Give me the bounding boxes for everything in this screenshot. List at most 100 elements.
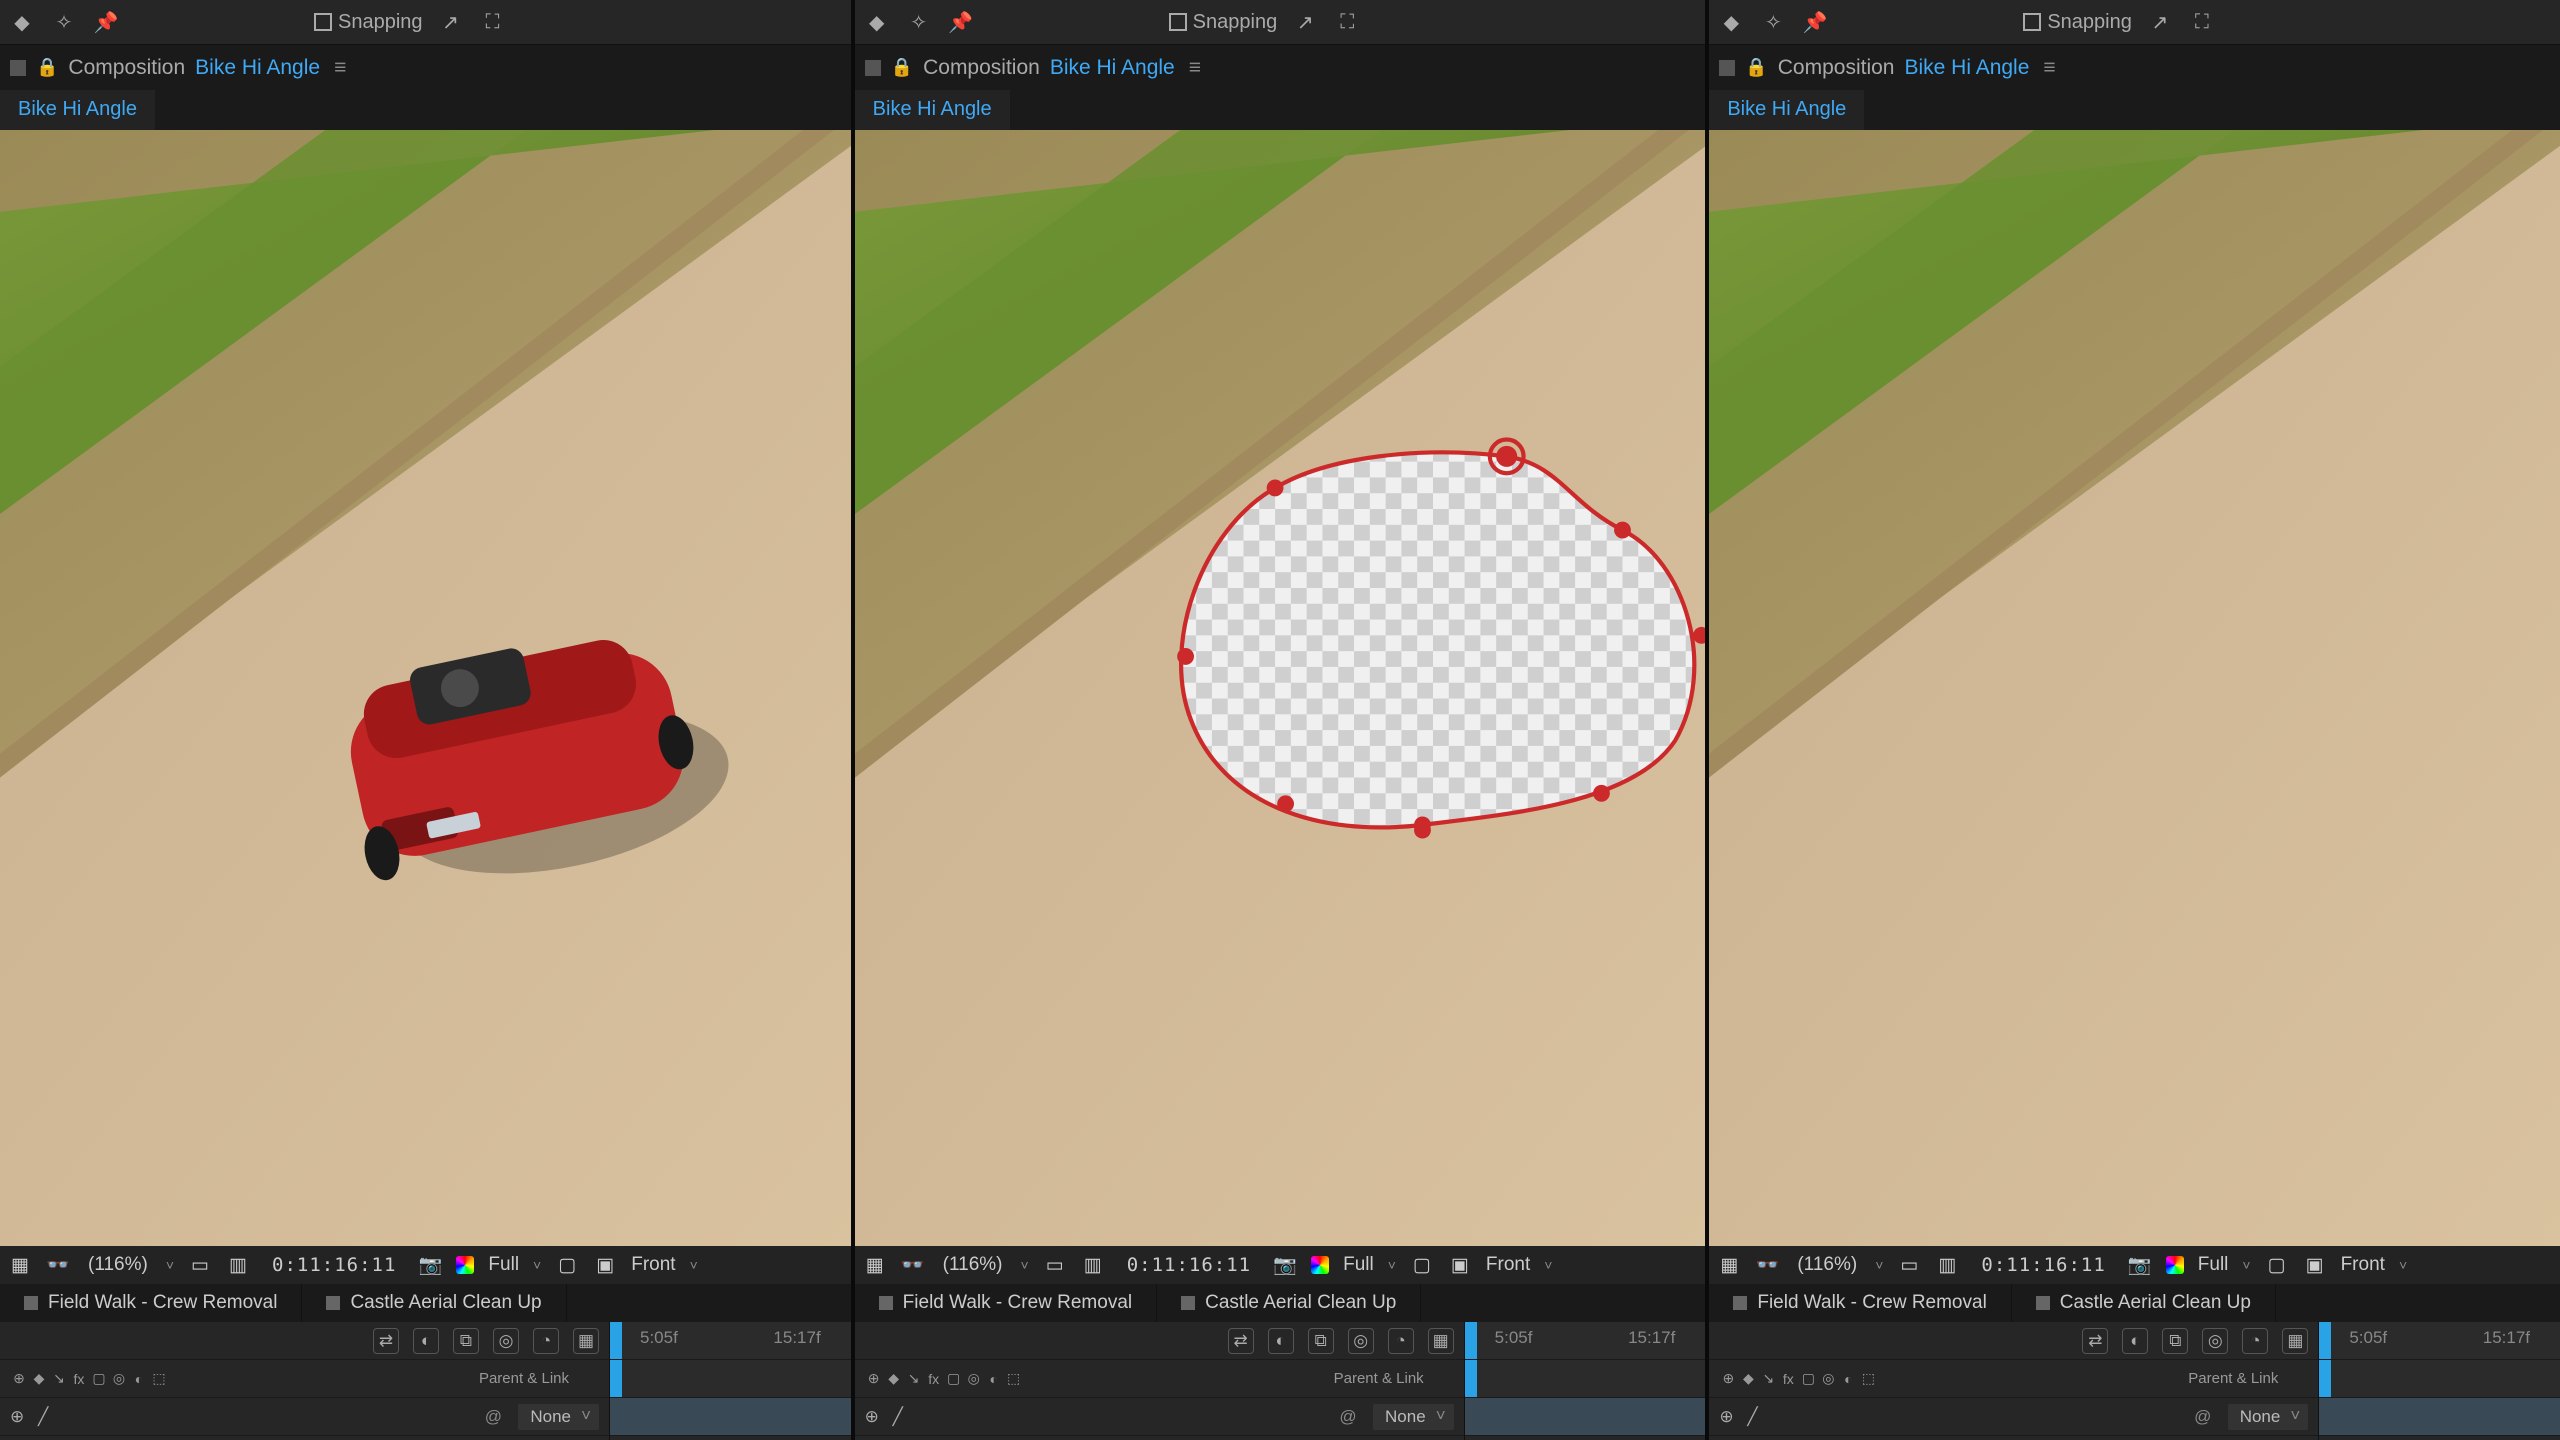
layer-av-icon[interactable]: ⊕ xyxy=(10,1407,30,1427)
timeline-layer-bar[interactable] xyxy=(2319,1398,2560,1436)
region-icon[interactable]: ▢ xyxy=(2265,1253,2289,1277)
panel-menu-icon[interactable]: ≡ xyxy=(1189,56,1201,80)
timeline-layer-row[interactable]: ⊕ ╱ @ None xyxy=(0,1398,609,1436)
snapshot-icon[interactable]: 📷 xyxy=(2128,1253,2152,1277)
render-icon[interactable]: ▦ xyxy=(573,1328,599,1354)
parent-dropdown[interactable]: None xyxy=(1373,1404,1454,1430)
frame-blend-icon[interactable]: ⧉ xyxy=(2162,1328,2188,1354)
zoom-dropdown-icon[interactable]: ˅ xyxy=(1875,1257,1883,1273)
layer-switches[interactable]: ╱ xyxy=(1747,1407,1807,1427)
timeline-workarea[interactable] xyxy=(610,1360,851,1398)
color-management-icon[interactable] xyxy=(456,1256,474,1274)
parent-dropdown[interactable]: None xyxy=(518,1404,599,1430)
av-icon[interactable]: ⊕ xyxy=(10,1370,28,1388)
label-icon[interactable]: ◆ xyxy=(1739,1370,1757,1388)
view-chevron-icon[interactable]: ˅ xyxy=(690,1257,698,1273)
mb-col-icon[interactable]: ◎ xyxy=(1819,1370,1837,1388)
layer-switches[interactable]: ╱ xyxy=(38,1407,98,1427)
zoom-dropdown-icon[interactable]: ˅ xyxy=(166,1257,174,1273)
timecode-readout[interactable]: 0:11:16:11 xyxy=(272,1254,396,1276)
node-icon[interactable]: ⇄ xyxy=(2082,1328,2108,1354)
grid-icon[interactable]: ▭ xyxy=(1897,1253,1921,1277)
snap-bounds-icon[interactable]: ⛶ xyxy=(2188,8,2216,36)
pin-icon[interactable]: 📌 xyxy=(92,8,120,36)
pin-icon[interactable]: 📌 xyxy=(1801,8,1829,36)
shy-icon[interactable]: ◐ xyxy=(1268,1328,1294,1354)
view-dropdown[interactable]: Front xyxy=(1486,1254,1530,1276)
alpha-icon[interactable]: ▦ xyxy=(863,1253,887,1277)
blend-col-icon[interactable]: ▢ xyxy=(1799,1370,1817,1388)
fx-icon[interactable]: fx xyxy=(925,1370,943,1388)
lock-icon[interactable]: 🔒 xyxy=(891,57,913,78)
playhead-icon[interactable] xyxy=(2319,1322,2331,1359)
grid-icon[interactable]: ▭ xyxy=(1043,1253,1067,1277)
node-icon[interactable]: ⇄ xyxy=(373,1328,399,1354)
layer-av-icon[interactable]: ⊕ xyxy=(865,1407,885,1427)
graph-icon[interactable]: ◔ xyxy=(2242,1328,2268,1354)
motion-blur-icon[interactable]: ◎ xyxy=(493,1328,519,1354)
snapshot-icon[interactable]: 📷 xyxy=(418,1253,442,1277)
timeline-tab[interactable]: Field Walk - Crew Removal xyxy=(855,1284,1157,1322)
mask-vertex[interactable] xyxy=(1593,785,1610,802)
snap-bounds-icon[interactable]: ⛶ xyxy=(1333,8,1361,36)
composition-name[interactable]: Bike Hi Angle xyxy=(1050,56,1175,80)
resolution-chevron-icon[interactable]: ˅ xyxy=(533,1257,541,1273)
view-chevron-icon[interactable]: ˅ xyxy=(2399,1257,2407,1273)
playhead-icon[interactable] xyxy=(610,1322,622,1359)
timeline-tab[interactable]: Field Walk - Crew Removal xyxy=(1709,1284,2011,1322)
mask-toggle-icon[interactable]: 👓 xyxy=(46,1253,70,1277)
graph-icon[interactable]: ◔ xyxy=(1388,1328,1414,1354)
eraser-icon[interactable]: ◆ xyxy=(863,8,891,36)
region-icon[interactable]: ▢ xyxy=(555,1253,579,1277)
zoom-dropdown-icon[interactable]: ˅ xyxy=(1021,1257,1029,1273)
composition-tab-active[interactable]: Bike Hi Angle xyxy=(0,90,155,133)
blend-col-icon[interactable]: ▢ xyxy=(90,1370,108,1388)
layer-switches[interactable]: ╱ xyxy=(893,1407,953,1427)
mb-col-icon[interactable]: ◎ xyxy=(110,1370,128,1388)
pickwhip-icon[interactable]: @ xyxy=(482,1406,504,1428)
label-icon[interactable]: ◆ xyxy=(885,1370,903,1388)
timeline-tab[interactable]: Field Walk - Crew Removal xyxy=(0,1284,302,1322)
3d-icon[interactable]: ⬚ xyxy=(1005,1370,1023,1388)
timeline-tab[interactable]: Castle Aerial Clean Up xyxy=(1157,1284,1421,1322)
zoom-readout[interactable]: (116%) xyxy=(88,1254,148,1276)
adj-icon[interactable]: ◐ xyxy=(130,1370,148,1388)
region-icon[interactable]: ▢ xyxy=(1410,1253,1434,1277)
3d-icon[interactable]: ⬚ xyxy=(150,1370,168,1388)
layer-av-icon[interactable]: ⊕ xyxy=(1719,1407,1739,1427)
blend-col-icon[interactable]: ▢ xyxy=(945,1370,963,1388)
snap-bounds-icon[interactable]: ⛶ xyxy=(479,8,507,36)
composition-name[interactable]: Bike Hi Angle xyxy=(195,56,320,80)
label-icon[interactable]: ◆ xyxy=(30,1370,48,1388)
timeline-tab[interactable]: Castle Aerial Clean Up xyxy=(2012,1284,2276,1322)
frame-blend-icon[interactable]: ⧉ xyxy=(453,1328,479,1354)
composition-viewer[interactable] xyxy=(855,130,1706,1246)
view-dropdown[interactable]: Front xyxy=(631,1254,675,1276)
snapping-toggle[interactable]: Snapping xyxy=(314,11,423,34)
snap-edge-icon[interactable]: ↗ xyxy=(437,8,465,36)
av-icon[interactable]: ⊕ xyxy=(865,1370,883,1388)
shy-col-icon[interactable]: ↘ xyxy=(50,1370,68,1388)
pin-icon[interactable]: 📌 xyxy=(947,8,975,36)
timeline-ruler[interactable]: 5:05f 15:17f xyxy=(2319,1322,2560,1360)
timeline-layer-bar[interactable] xyxy=(1465,1398,1706,1436)
wand-icon[interactable]: ✧ xyxy=(50,8,78,36)
resolution-dropdown[interactable]: Full xyxy=(2198,1254,2229,1276)
composition-viewer[interactable] xyxy=(0,130,851,1246)
alpha-icon[interactable]: ▦ xyxy=(8,1253,32,1277)
wand-icon[interactable]: ✧ xyxy=(905,8,933,36)
shy-icon[interactable]: ◐ xyxy=(413,1328,439,1354)
timeline-workarea[interactable] xyxy=(2319,1360,2560,1398)
lock-icon[interactable]: 🔒 xyxy=(1745,57,1767,78)
render-icon[interactable]: ▦ xyxy=(1428,1328,1454,1354)
mask-vertex[interactable] xyxy=(1414,816,1431,833)
snap-edge-icon[interactable]: ↗ xyxy=(1291,8,1319,36)
adj-icon[interactable]: ◐ xyxy=(1839,1370,1857,1388)
color-management-icon[interactable] xyxy=(2166,1256,2184,1274)
parent-dropdown[interactable]: None xyxy=(2228,1404,2309,1430)
resolution-chevron-icon[interactable]: ˅ xyxy=(2242,1257,2250,1273)
timeline-layer-row[interactable]: ⊕ ╱ @ None xyxy=(1709,1398,2318,1436)
mask-toggle-icon[interactable]: 👓 xyxy=(901,1253,925,1277)
guides-icon[interactable]: ▥ xyxy=(226,1253,250,1277)
zoom-readout[interactable]: (116%) xyxy=(943,1254,1003,1276)
